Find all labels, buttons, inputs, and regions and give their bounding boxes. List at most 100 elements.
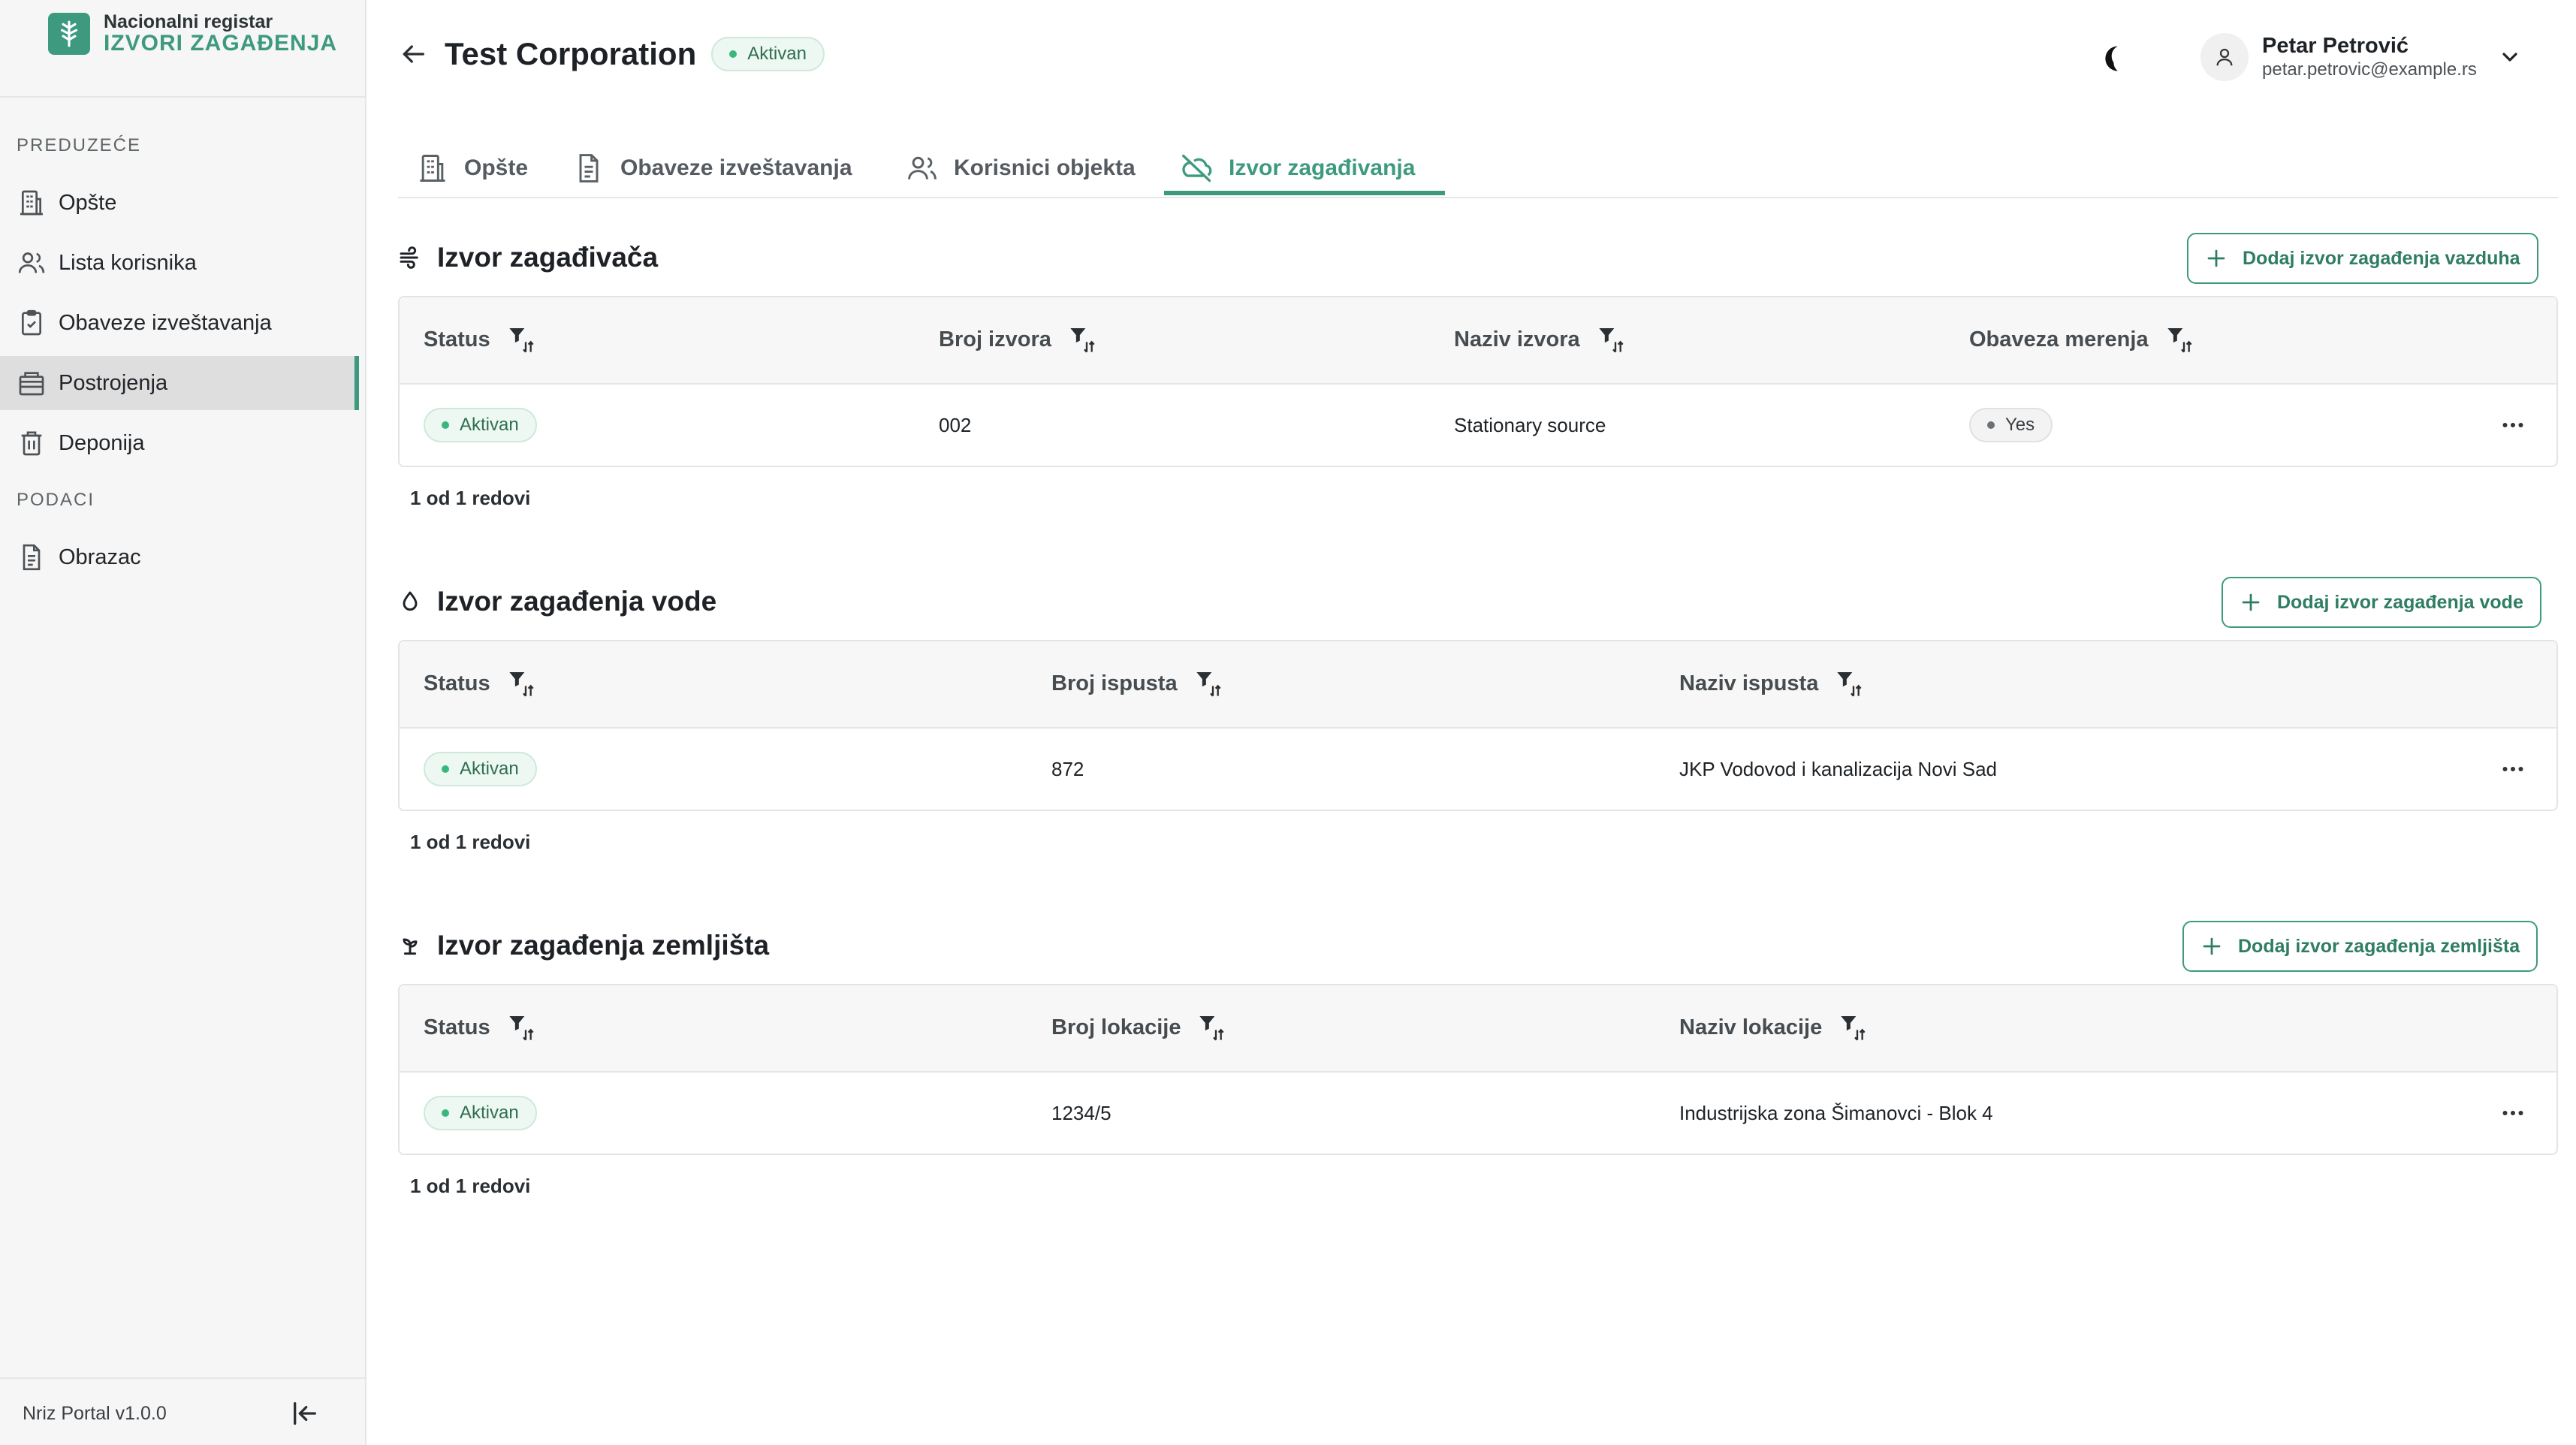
filter-sort-icon[interactable] [1835, 668, 1865, 698]
column-header-naziv-izvora[interactable]: Naziv izvora [1454, 297, 1627, 382]
table-header: Status Broj ispusta Naziv ispusta [400, 641, 2556, 729]
badge-dot [1987, 421, 1995, 429]
filter-sort-icon[interactable] [2165, 324, 2195, 354]
sidebar-item-label: Obrazac [59, 545, 141, 569]
sidebar-item-obaveze-izvestavanja[interactable]: Obaveze izveštavanja [0, 296, 359, 350]
column-label: Naziv lokacije [1679, 1015, 1823, 1039]
sprout-icon [398, 934, 422, 958]
brand-line1: Nacionalni registar [104, 11, 273, 32]
plus-icon [2240, 591, 2262, 614]
rows-count-water: 1 od 1 redovi [410, 831, 531, 853]
column-header-broj-ispusta[interactable]: Broj ispusta [1051, 641, 1224, 726]
add-soil-source-button[interactable]: Dodaj izvor zagađenja zemljišta [2182, 921, 2538, 972]
users-icon [17, 248, 47, 278]
filter-sort-icon[interactable] [1194, 668, 1224, 698]
sidebar-footer-divider [0, 1377, 365, 1379]
soil-sources-table: Status Broj lokacije Naziv lokacije Akti… [398, 984, 2558, 1155]
status-badge: Aktivan [711, 37, 825, 71]
filter-sort-icon[interactable] [507, 324, 537, 354]
dark-mode-toggle-icon[interactable] [2100, 42, 2133, 75]
user-email: petar.petrovic@example.rs [2262, 59, 2477, 80]
sidebar-divider [0, 96, 365, 98]
filter-sort-icon[interactable] [1197, 1012, 1227, 1042]
column-header-broj-lokacije[interactable]: Broj lokacije [1051, 985, 1227, 1069]
page-title: Test Corporation [445, 36, 697, 71]
table-cell-name: Industrijska zona Šimanovci - Blok 4 [1679, 1101, 1993, 1124]
table-cell-measurement: Yes [1969, 383, 2053, 467]
add-button-label: Dodaj izvor zagađenja zemljišta [2238, 935, 2520, 957]
building-icon [416, 152, 449, 185]
filter-sort-icon[interactable] [507, 1012, 537, 1042]
column-label: Obaveza merenja [1969, 327, 2149, 351]
column-header-status[interactable]: Status [424, 985, 537, 1069]
table-cell-name: JKP Vodovod i kanalizacija Novi Sad [1679, 757, 1997, 780]
status-dot [442, 765, 449, 773]
document-icon [572, 152, 605, 185]
measurement-text: Yes [2005, 415, 2035, 435]
sidebar-section-label: PREDUZEĆE [17, 135, 142, 155]
tab-obaveze-izvestavanja[interactable]: Obaveze izveštavanja [572, 140, 852, 197]
sidebar-item-opste[interactable]: Opšte [0, 176, 359, 230]
row-actions-icon[interactable] [2499, 727, 2526, 811]
table-cell-status: Aktivan [424, 727, 537, 811]
document-icon [17, 542, 47, 572]
sidebar-item-label: Deponija [59, 430, 145, 455]
column-header-obaveza-merenja[interactable]: Obaveza merenja [1969, 297, 2195, 382]
table-header: Status Broj izvora Naziv izvora Obaveza … [400, 297, 2556, 385]
status-badge: Aktivan [424, 752, 537, 786]
tab-korisnici-objekta[interactable]: Korisnici objekta [906, 140, 1136, 197]
row-actions-icon[interactable] [2499, 1071, 2526, 1155]
user-menu[interactable]: Petar Petrović petar.petrovic@example.rs [2200, 33, 2522, 81]
back-arrow-icon[interactable] [398, 39, 428, 69]
column-header-naziv-ispusta[interactable]: Naziv ispusta [1679, 641, 1865, 726]
rows-count-soil: 1 od 1 redovi [410, 1175, 531, 1197]
add-water-source-button[interactable]: Dodaj izvor zagađenja vode [2222, 577, 2541, 628]
collapse-sidebar-icon[interactable] [290, 1398, 320, 1428]
column-header-status[interactable]: Status [424, 297, 537, 382]
users-icon [906, 152, 939, 185]
plus-icon [2205, 247, 2228, 270]
page-header: Test Corporation Aktivan [398, 36, 825, 72]
brand-line2: IZVORI ZAGAĐENJA [104, 31, 338, 56]
tab-label: Obaveze izveštavanja [620, 155, 852, 180]
add-air-source-button[interactable]: Dodaj izvor zagađenja vazduha [2187, 233, 2538, 284]
column-label: Broj ispusta [1051, 671, 1178, 695]
add-button-label: Dodaj izvor zagađenja vode [2277, 591, 2523, 613]
sidebar-item-deponija[interactable]: Deponija [0, 416, 359, 470]
status-dot [729, 50, 738, 58]
version-label: Nriz Portal v1.0.0 [23, 1403, 167, 1424]
column-header-broj-izvora[interactable]: Broj izvora [939, 297, 1098, 382]
filter-sort-icon[interactable] [1838, 1012, 1869, 1042]
tab-opste[interactable]: Opšte [416, 140, 528, 197]
droplet-icon [398, 590, 422, 614]
column-label: Broj izvora [939, 327, 1051, 351]
section-title-air: Izvor zagađivača [398, 242, 658, 273]
table-cell-number: 1234/5 [1051, 1101, 1112, 1124]
row-actions-icon[interactable] [2499, 383, 2526, 467]
sidebar: Nacionalni registar IZVORI ZAGAĐENJA PRE… [0, 0, 366, 1445]
section-title-water: Izvor zagađenja vode [398, 586, 716, 617]
filter-sort-icon[interactable] [507, 668, 537, 698]
filter-sort-icon[interactable] [1597, 324, 1627, 354]
chevron-down-icon[interactable] [2498, 45, 2522, 69]
brand[interactable]: Nacionalni registar IZVORI ZAGAĐENJA [48, 12, 337, 56]
tab-izvor-zagadjivanja[interactable]: Izvor zagađivanja [1181, 140, 1415, 197]
sidebar-item-label: Opšte [59, 190, 117, 215]
sidebar-item-postrojenja[interactable]: Postrojenja [0, 356, 359, 410]
sidebar-item-obrazac[interactable]: Obrazac [0, 530, 359, 584]
status-text: Aktivan [460, 1103, 519, 1123]
sidebar-section-label: PODACI [17, 490, 95, 510]
add-button-label: Dodaj izvor zagađenja vazduha [2243, 247, 2520, 269]
section-title-soil: Izvor zagađenja zemljišta [398, 930, 769, 961]
status-badge: Aktivan [424, 408, 537, 442]
filter-sort-icon[interactable] [1068, 324, 1098, 354]
leaf-logo-icon [48, 12, 90, 55]
active-tab-indicator [1164, 191, 1445, 195]
status-dot [442, 421, 449, 429]
column-header-status[interactable]: Status [424, 641, 537, 726]
water-sources-table: Status Broj ispusta Naziv ispusta Aktiva… [398, 640, 2558, 811]
sidebar-item-lista-korisnika[interactable]: Lista korisnika [0, 236, 359, 290]
section-title-text: Izvor zagađenja zemljišta [437, 930, 770, 961]
sidebar-item-label: Obaveze izveštavanja [59, 310, 272, 335]
column-header-naziv-lokacije[interactable]: Naziv lokacije [1679, 985, 1869, 1069]
